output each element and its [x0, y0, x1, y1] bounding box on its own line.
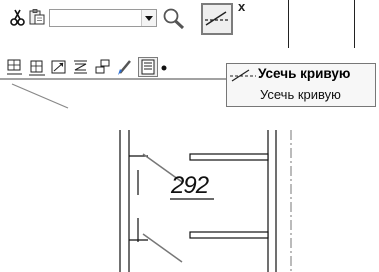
- tooltip-title: Усечь кривую: [258, 66, 351, 81]
- tooltip: Усечь кривую Усечь кривую: [226, 63, 376, 107]
- trim-curve-icon: [230, 69, 256, 82]
- dimension-label: 292: [171, 172, 209, 199]
- tooltip-description: Усечь кривую: [260, 87, 341, 102]
